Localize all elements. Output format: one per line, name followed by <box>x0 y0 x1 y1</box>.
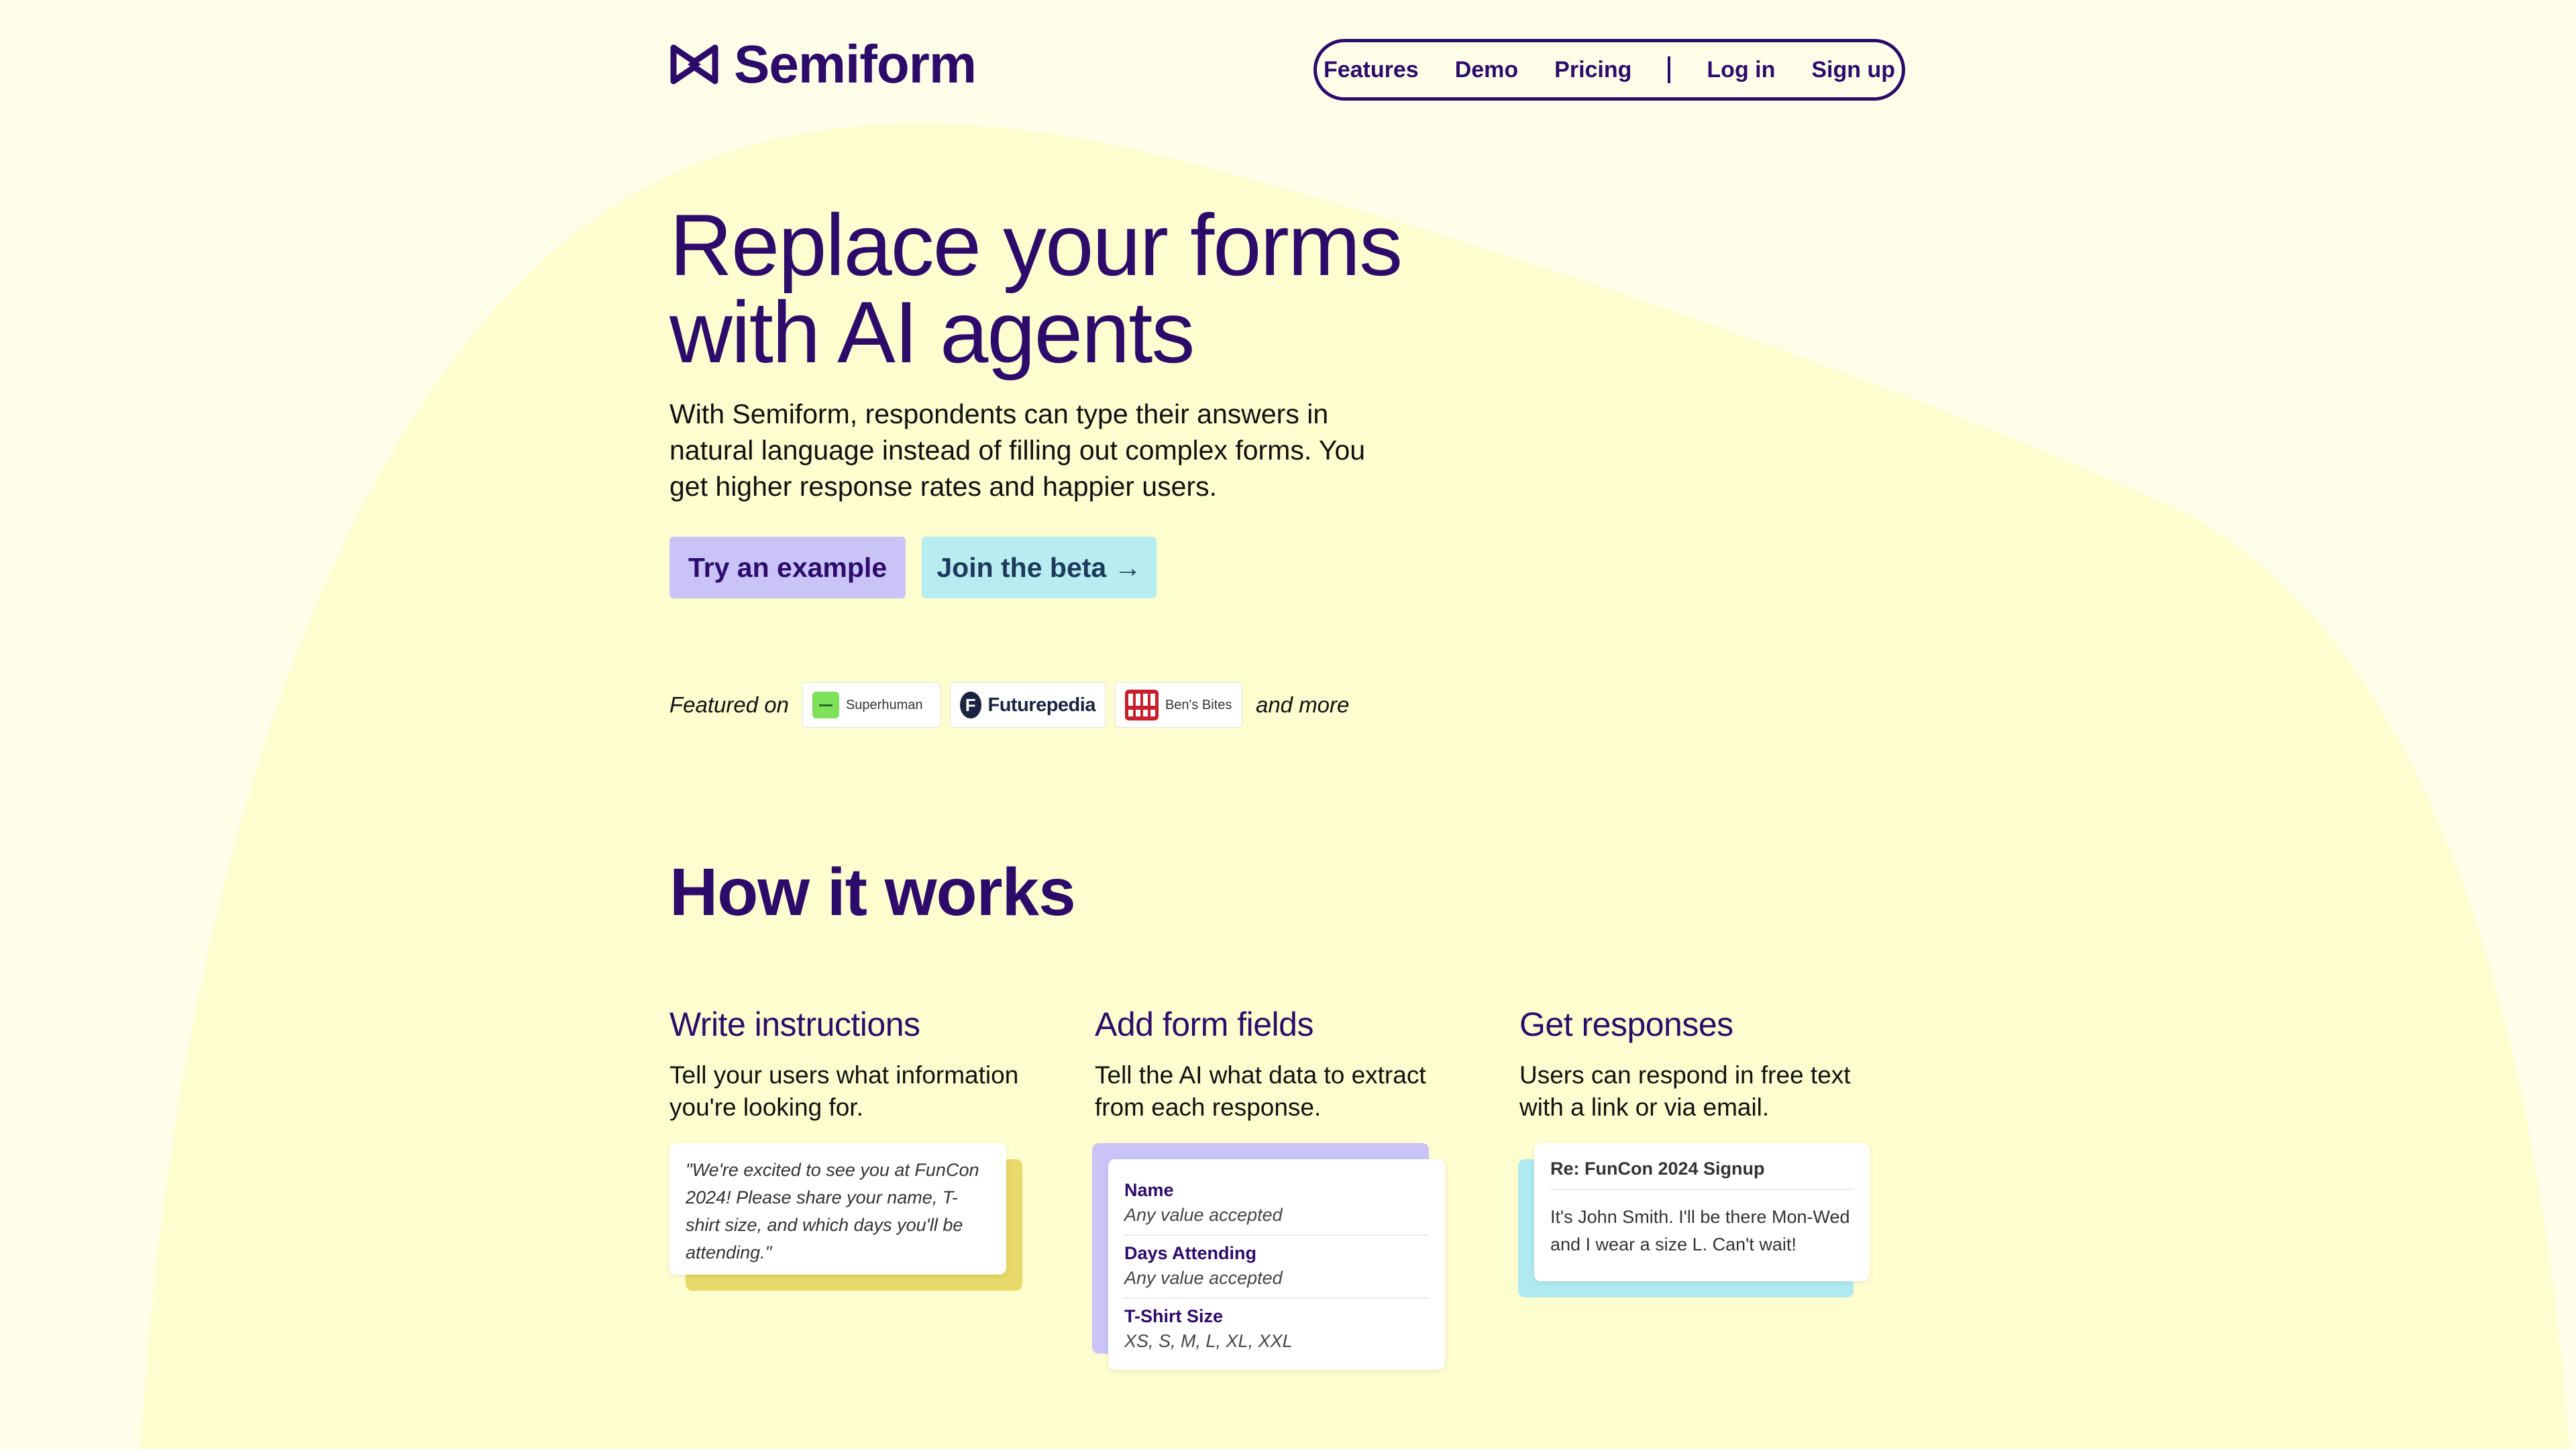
bens-bites-badge[interactable]: Ben's Bites <box>1114 682 1242 728</box>
page: Semiform Features Demo Pricing Log in Si… <box>0 0 2576 1449</box>
field-name: Days Attending <box>1124 1243 1257 1263</box>
field-name: Name <box>1124 1180 1174 1200</box>
bowtie-logo-icon <box>670 44 718 85</box>
field-name: T-Shirt Size <box>1124 1306 1224 1326</box>
futurepedia-badge[interactable]: F Futurepedia <box>949 682 1106 728</box>
step-title: Add form fields <box>1095 1006 1313 1043</box>
join-beta-button[interactable]: Join the beta → <box>922 537 1157 598</box>
nav-demo-link[interactable]: Demo <box>1455 57 1518 83</box>
hero-title: Replace your forms with AI agents <box>669 201 1542 376</box>
field-value: Any value accepted <box>1124 1205 1283 1225</box>
step-get-responses: Get responses Users can respond in free … <box>1519 1006 1909 1124</box>
brand-logo[interactable]: Semiform <box>669 34 977 94</box>
superhuman-logo-icon <box>812 692 839 718</box>
featured-more: and more <box>1255 692 1350 717</box>
how-it-works-title: How it works <box>669 855 1076 930</box>
hero-subtitle: With Semiform, respondents can type thei… <box>669 398 1366 502</box>
step-add-form-fields: Add form fields Tell the AI what data to… <box>1095 1006 1484 1124</box>
hero-title-line-2: with AI agents <box>669 283 1195 381</box>
step-title: Get responses <box>1519 1006 1733 1043</box>
try-example-button[interactable]: Try an example <box>669 537 906 598</box>
step-write-instructions: Write instructions Tell your users what … <box>669 1006 1059 1124</box>
superhuman-badge[interactable]: Superhuman <box>802 682 941 728</box>
featured-on-row: Featured on Superhuman F Futurepedia Ben… <box>669 682 1349 729</box>
field-value: Any value accepted <box>1124 1268 1283 1288</box>
brand-name: Semiform <box>734 34 977 94</box>
step-title: Write instructions <box>669 1006 920 1043</box>
superhuman-name: Superhuman <box>845 697 923 712</box>
form-field-row: T-Shirt Size XS, S, M, L, XL, XXL <box>1124 1299 1429 1360</box>
email-body: It's John Smith. I'll be there Mon-Wed a… <box>1550 1207 1850 1254</box>
form-field-row: Days Attending Any value accepted <box>1124 1236 1429 1299</box>
futurepedia-logo-icon: F <box>959 692 981 718</box>
nav-divider <box>1668 56 1671 83</box>
futurepedia-name: Futurepedia <box>987 694 1096 716</box>
hero-title-line-1: Replace your forms <box>669 196 1403 294</box>
nav-features-link[interactable]: Features <box>1324 57 1419 83</box>
step-text: Tell the AI what data to extract from ea… <box>1095 1061 1426 1121</box>
step-text: Users can respond in free text with a li… <box>1519 1061 1851 1121</box>
bens-bites-name: Ben's Bites <box>1165 697 1232 712</box>
nav-signup-link[interactable]: Sign up <box>1811 57 1895 83</box>
step-text: Tell your users what information you're … <box>669 1061 1019 1121</box>
form-field-row: Name Any value accepted <box>1124 1173 1429 1236</box>
nav-pricing-link[interactable]: Pricing <box>1554 57 1631 83</box>
instructions-card: "We're excited to see you at FunCon 2024… <box>669 1143 1006 1275</box>
bens-bites-logo-icon <box>1124 690 1159 720</box>
nav-login-link[interactable]: Log in <box>1707 57 1775 83</box>
field-value: XS, S, M, L, XL, XXL <box>1124 1331 1293 1351</box>
featured-label: Featured on <box>669 692 789 717</box>
email-subject: Re: FunCon 2024 Signup <box>1550 1155 1854 1190</box>
top-nav: Features Demo Pricing Log in Sign up <box>1313 39 1905 101</box>
response-card: Re: FunCon 2024 Signup It's John Smith. … <box>1534 1143 1870 1281</box>
fields-card: Name Any value accepted Days Attending A… <box>1108 1159 1445 1370</box>
